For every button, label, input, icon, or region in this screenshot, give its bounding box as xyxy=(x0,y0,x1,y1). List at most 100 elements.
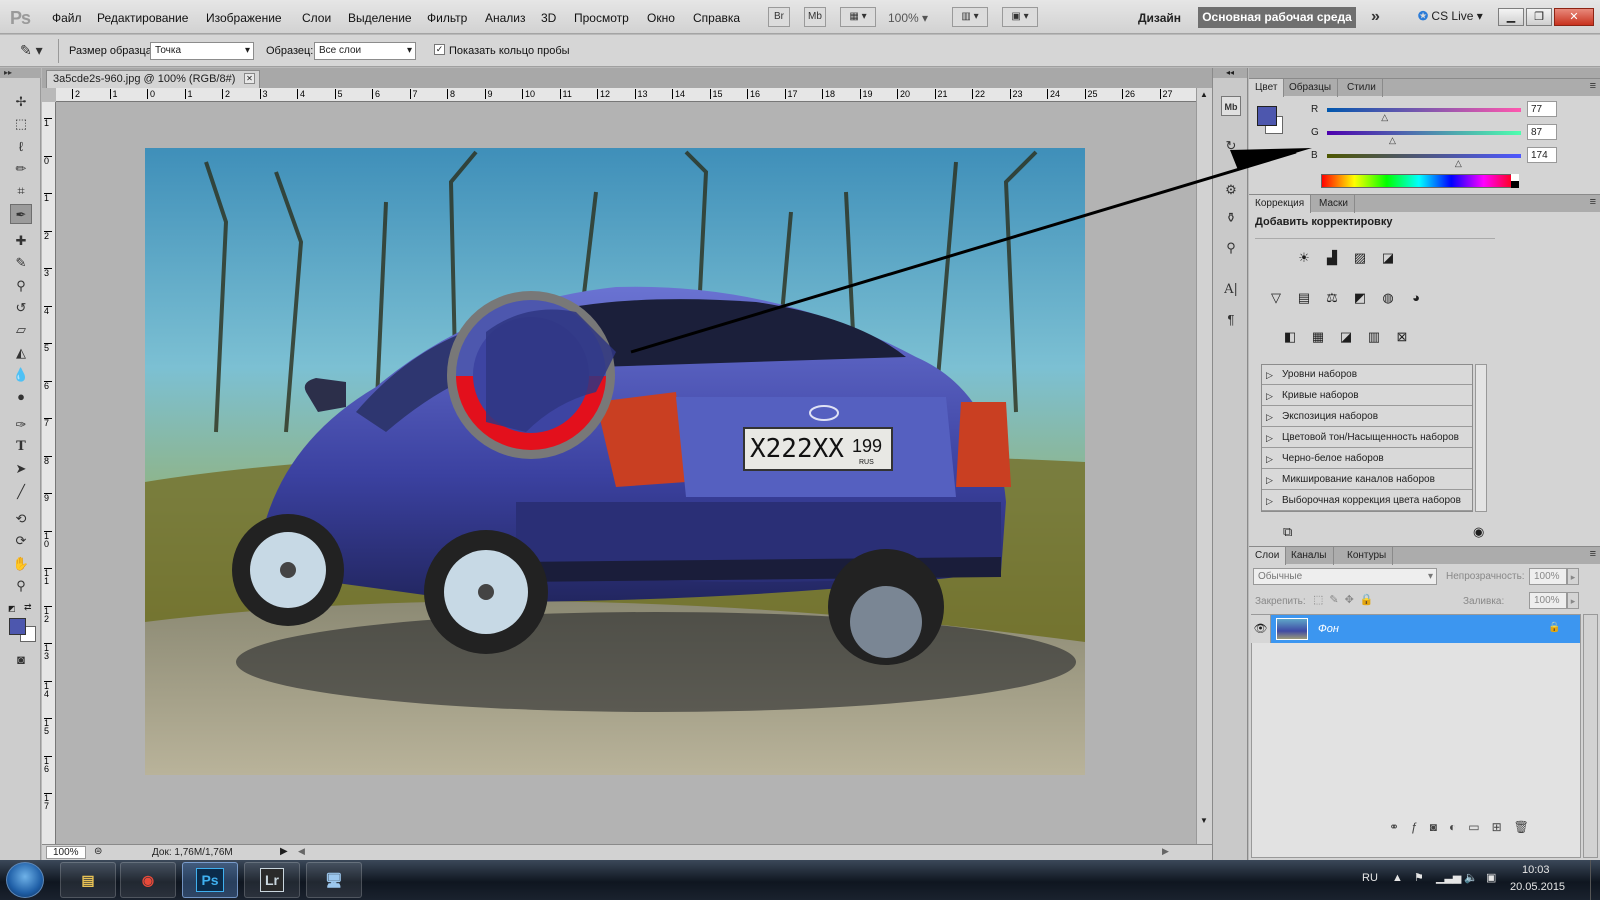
start-button[interactable] xyxy=(6,862,44,898)
menu-edit[interactable]: Редактирование xyxy=(97,11,188,25)
foreground-color-swatch[interactable] xyxy=(9,618,26,635)
adjustment-visibility-icon[interactable]: ◉ xyxy=(1473,524,1484,540)
close-document-icon[interactable]: ✕ xyxy=(244,73,255,84)
color-panel-menu-icon[interactable]: ≡ xyxy=(1590,80,1596,92)
scroll-right-icon[interactable]: ▶ xyxy=(1162,846,1169,857)
color-spectrum-ramp[interactable] xyxy=(1321,174,1517,188)
adjustments-panel-menu-icon[interactable]: ≡ xyxy=(1590,196,1596,208)
spectrum-black-chip[interactable] xyxy=(1511,181,1519,188)
sample-size-select[interactable]: Точка xyxy=(150,42,254,60)
slider-g-value[interactable]: 87 xyxy=(1527,124,1557,140)
minimize-button[interactable]: ▁ xyxy=(1498,8,1524,26)
marquee-tool-icon[interactable]: ⬚ xyxy=(10,114,32,134)
menu-file[interactable]: Файл xyxy=(52,11,82,25)
menu-view[interactable]: Просмотр xyxy=(574,11,629,25)
eyedropper-tool-icon[interactable]: ✒ xyxy=(10,204,32,224)
brightness-contrast-icon[interactable]: ☀ xyxy=(1293,248,1315,268)
zoom-tool-icon[interactable]: ⚲ xyxy=(10,576,32,596)
layers-scrollbar[interactable] xyxy=(1583,614,1598,858)
paragraph-panel-icon[interactable]: ¶ xyxy=(1221,310,1241,330)
close-window-button[interactable]: ✕ xyxy=(1554,8,1594,26)
photoshop-taskbar-button[interactable]: Ps xyxy=(182,862,238,898)
eraser-tool-icon[interactable]: ▱ xyxy=(10,320,32,340)
menu-select[interactable]: Выделение xyxy=(348,11,412,25)
quick-select-tool-icon[interactable]: ✏ xyxy=(10,159,32,179)
clip-to-layer-icon[interactable]: ⧉ xyxy=(1283,524,1292,540)
explorer-taskbar-icon[interactable]: ▤ xyxy=(60,862,116,898)
menu-help[interactable]: Справка xyxy=(693,11,740,25)
panel-foreground-swatch[interactable] xyxy=(1257,106,1277,126)
menu-image[interactable]: Изображение xyxy=(206,11,282,25)
type-tool-icon[interactable]: T xyxy=(10,437,32,457)
path-select-tool-icon[interactable]: ➤ xyxy=(10,459,32,479)
network-icon[interactable]: ▁▃▅ xyxy=(1436,871,1461,884)
bridge-button[interactable]: Br xyxy=(768,7,790,27)
layer-visibility-eye-icon[interactable]: 👁 xyxy=(1251,615,1271,643)
tab-layers[interactable]: Слои xyxy=(1249,547,1287,565)
invert-icon[interactable]: ◧ xyxy=(1279,327,1301,347)
view-extras-button[interactable]: ▦ ▾ xyxy=(840,7,876,27)
posterize-icon[interactable]: ▦ xyxy=(1307,327,1329,347)
3d-rotate-tool-icon[interactable]: ⟲ xyxy=(10,509,32,529)
minibridge-panel-icon[interactable]: Mb xyxy=(1221,96,1241,116)
menu-window[interactable]: Окно xyxy=(647,11,675,25)
history-brush-tool-icon[interactable]: ↺ xyxy=(10,298,32,318)
status-zoom-field[interactable]: 100% xyxy=(46,846,86,859)
device-icon[interactable]: ▣ xyxy=(1486,871,1496,884)
tab-adjustments[interactable]: Коррекция xyxy=(1249,195,1312,213)
blur-tool-icon[interactable]: 💧 xyxy=(10,365,32,385)
action-center-icon[interactable]: ⚑ xyxy=(1414,871,1424,884)
volume-icon[interactable]: 🔈 xyxy=(1464,871,1478,884)
clock-date[interactable]: 20.05.2015 xyxy=(1510,881,1565,893)
canvas-area[interactable]: X222XX 199 RUS xyxy=(56,102,1196,844)
arrange-documents-button[interactable]: ▥ ▾ xyxy=(952,7,988,27)
curves-icon[interactable]: ▨ xyxy=(1349,248,1371,268)
cs-live-menu[interactable]: ✪ CS Live ▾ xyxy=(1418,9,1483,23)
opacity-slider-arrow-icon[interactable]: ▸ xyxy=(1567,568,1579,585)
line-tool-icon[interactable]: ╱ xyxy=(10,482,32,502)
history-panel-icon[interactable]: ↻ xyxy=(1221,136,1241,156)
preset-levels[interactable]: Уровни наборов xyxy=(1262,365,1472,385)
chrome-taskbar-icon[interactable]: ◉ xyxy=(120,862,176,898)
opacity-field[interactable]: 100% xyxy=(1529,568,1567,585)
sample-layers-select[interactable]: Все слои xyxy=(314,42,416,60)
language-indicator[interactable]: RU xyxy=(1362,872,1378,884)
dodge-tool-icon[interactable]: ● xyxy=(10,387,32,407)
menu-3d[interactable]: 3D xyxy=(541,11,556,25)
layers-footer-icons[interactable]: ⚭ƒ◙◐▭⊞🗑 xyxy=(1389,820,1541,834)
remote-desktop-taskbar-icon[interactable]: 🖥 xyxy=(306,862,362,898)
brush-tool-icon[interactable]: ✎ xyxy=(10,253,32,273)
photo-filter-icon[interactable]: ◍ xyxy=(1377,288,1399,308)
lasso-tool-icon[interactable]: ℓ xyxy=(10,137,32,157)
pen-tool-icon[interactable]: ✑ xyxy=(10,415,32,435)
slider-b-track[interactable] xyxy=(1327,154,1521,158)
tray-expand-icon[interactable]: ▲ xyxy=(1392,872,1403,884)
preset-selective-color[interactable]: Выборочная коррекция цвета наборов xyxy=(1262,491,1472,511)
layer-row[interactable]: 👁 Фон 🔒 xyxy=(1251,615,1580,643)
fill-slider-arrow-icon[interactable]: ▸ xyxy=(1567,592,1579,609)
preset-channel-mixer[interactable]: Микширование каналов наборов xyxy=(1262,470,1472,490)
tab-channels[interactable]: Каналы xyxy=(1285,547,1334,565)
more-workspaces-icon[interactable]: » xyxy=(1371,8,1380,26)
clone-source-panel-icon[interactable]: ⚲ xyxy=(1221,238,1241,258)
screen-mode-button[interactable]: ▣ ▾ xyxy=(1002,7,1038,27)
move-tool-icon[interactable]: ✢ xyxy=(10,92,32,112)
hue-saturation-icon[interactable]: ▤ xyxy=(1293,288,1315,308)
show-desktop-button[interactable] xyxy=(1590,860,1600,900)
preset-exposure[interactable]: Экспозиция наборов xyxy=(1262,407,1472,427)
menu-filter[interactable]: Фильтр xyxy=(427,11,467,25)
slider-r-track[interactable] xyxy=(1327,108,1521,112)
exposure-icon[interactable]: ◪ xyxy=(1377,248,1399,268)
clock-time[interactable]: 10:03 xyxy=(1522,864,1550,876)
black-white-icon[interactable]: ◩ xyxy=(1349,288,1371,308)
quick-mask-icon[interactable]: ◙ xyxy=(10,650,32,670)
actions-panel-icon[interactable]: ⚙ xyxy=(1221,180,1241,200)
eyedropper-preset-icon[interactable]: ✎ ▾ xyxy=(20,42,43,59)
presets-scrollbar[interactable] xyxy=(1475,364,1487,512)
minibridge-button[interactable]: Mb xyxy=(804,7,826,27)
scroll-left-icon[interactable]: ◀ xyxy=(298,846,305,857)
workspace-design-link[interactable]: Дизайн xyxy=(1138,11,1181,25)
layer-name[interactable]: Фон xyxy=(1318,623,1339,635)
hand-tool-icon[interactable]: ✋ xyxy=(10,554,32,574)
status-info-icon[interactable]: ⊜ xyxy=(94,846,102,857)
